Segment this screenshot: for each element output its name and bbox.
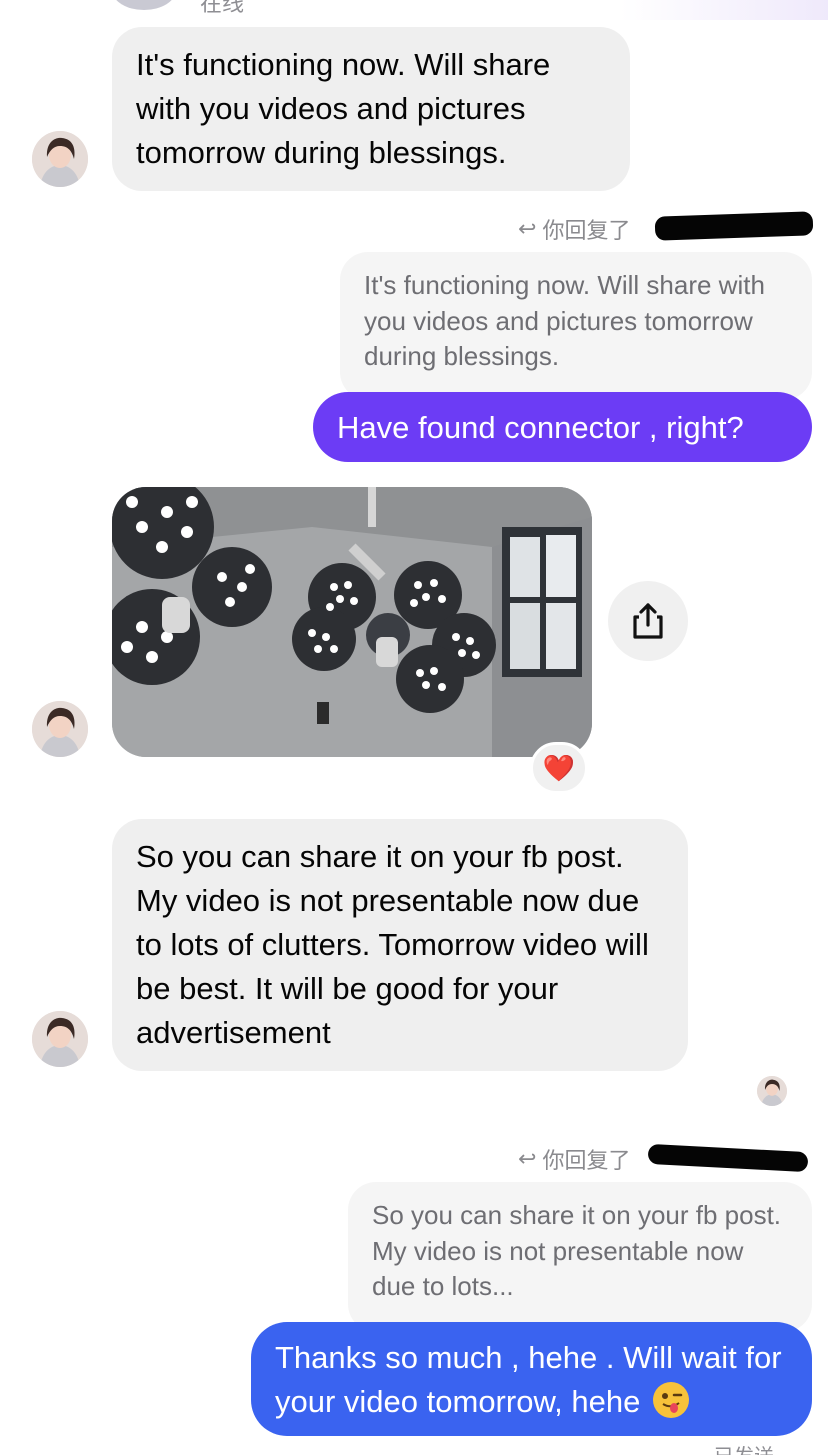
heart-reaction[interactable]: ❤️ [530,742,588,794]
message-text: Thanks so much , hehe . Will wait for yo… [275,1340,782,1419]
message-text: So you can share it on your fb post. My … [136,839,649,1050]
heart-icon: ❤️ [542,752,576,783]
online-status: 在线 [200,0,245,16]
surgical-light-photo [112,487,592,757]
reply-label: 你回复了 [542,218,631,243]
reply-indicator: ↩ 你回复了 [518,1143,630,1175]
photo-message[interactable] [112,487,592,757]
message-bubble-incoming[interactable]: So you can share it on your fb post. My … [112,819,688,1071]
contact-avatar-header[interactable] [112,0,176,10]
contact-avatar[interactable] [32,701,88,757]
quoted-text: So you can share it on your fb post. My … [372,1200,782,1301]
seen-receipt-avatar [757,1076,787,1106]
message-bubble-outgoing[interactable]: Thanks so much , hehe . Will wait for yo… [251,1322,812,1436]
quoted-text: It's functioning now. Will share with yo… [364,270,765,371]
top-bar-gradient [620,0,828,20]
delivery-status: 已发送 [714,1440,774,1455]
share-button[interactable] [608,581,688,661]
reply-arrow-icon: ↩ [518,1146,537,1171]
redaction-mark [647,1143,809,1173]
message-text: It's functioning now. Will share with yo… [136,47,551,170]
reply-indicator: ↩ 你回复了 [518,213,630,245]
quoted-message[interactable]: It's functioning now. Will share with yo… [340,252,812,400]
redaction-mark [654,211,814,241]
reply-arrow-icon: ↩ [518,216,537,241]
reply-label: 你回复了 [542,1148,631,1173]
message-bubble-outgoing[interactable]: Have found connector , right? [313,392,812,462]
winking-face-with-tongue-icon [652,1382,689,1418]
message-text: Have found connector , right? [337,410,744,445]
message-bubble-incoming[interactable]: It's functioning now. Will share with yo… [112,27,630,191]
quoted-message[interactable]: So you can share it on your fb post. My … [348,1182,812,1332]
share-icon [633,603,663,639]
contact-avatar[interactable] [32,1011,88,1067]
contact-avatar[interactable] [32,131,88,187]
